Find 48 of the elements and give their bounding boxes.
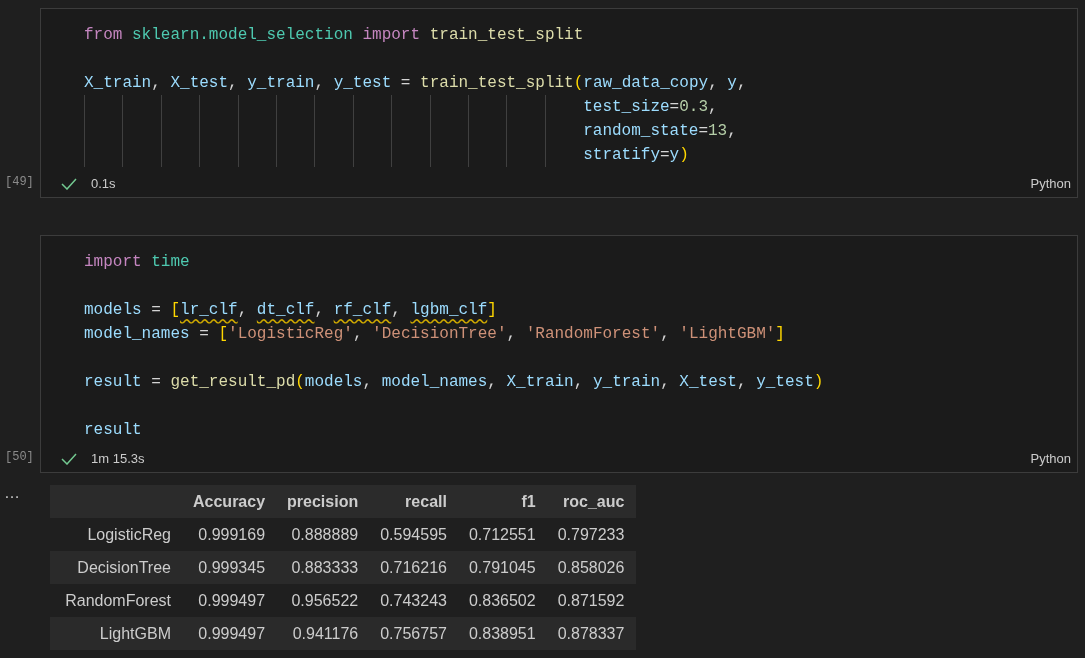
code-line: import time <box>84 252 190 273</box>
code-line: from sklearn.model_selection import train_test_split <box>84 25 584 46</box>
row-header: LightGBM <box>50 617 183 650</box>
table-cell: 0.999497 <box>183 617 278 650</box>
table-cell: 0.836502 <box>458 584 548 617</box>
code-line: result = get_result_pd(models, model_names, X_train, y_train, X_test, y_test) <box>84 372 824 393</box>
execution-count: [50] <box>4 449 35 466</box>
column-header: Accuracy <box>183 485 278 518</box>
language-label[interactable]: Python <box>1030 174 1071 194</box>
output-menu-button[interactable]: … <box>0 485 50 503</box>
table-cell: 0.858026 <box>547 551 637 584</box>
row-header: LogisticReg <box>50 518 183 551</box>
column-header: roc_auc <box>547 485 637 518</box>
table-cell: 0.941176 <box>277 617 371 650</box>
table-cell: 0.797233 <box>547 518 637 551</box>
row-header: RandomForest <box>50 584 183 617</box>
code-line: test_size=0.3, <box>583 97 718 118</box>
table-cell: 0.999345 <box>183 551 278 584</box>
table-cell: 0.791045 <box>458 551 548 584</box>
code-line: stratify=y) <box>583 145 689 166</box>
code-line: result <box>84 420 142 441</box>
table-cell: 0.594595 <box>370 518 459 551</box>
table-cell: 0.883333 <box>277 551 371 584</box>
column-header: recall <box>370 485 459 518</box>
table-cell: 0.743243 <box>370 584 459 617</box>
code-line: random_state=13, <box>583 121 737 142</box>
table-cell: 0.756757 <box>370 617 459 650</box>
code-line: model_names = ['LogisticReg', 'DecisionTree', 'RandomForest', 'LightGBM'] <box>84 324 785 345</box>
table-cell: 0.999497 <box>183 584 278 617</box>
execution-count: [49] <box>4 174 35 191</box>
table-cell: 0.999169 <box>183 518 278 551</box>
language-label[interactable]: Python <box>1030 449 1071 469</box>
row-header: DecisionTree <box>50 551 183 584</box>
code-line: models = [lr_clf, dt_clf, rf_clf, lgbm_clf] <box>84 300 497 321</box>
table-cell: 0.712551 <box>458 518 548 551</box>
table-cell: 0.888889 <box>277 518 371 551</box>
table-cell: 0.871592 <box>547 584 637 617</box>
execution-time: 1m 15.3s <box>91 450 145 469</box>
table-cell: 0.956522 <box>277 584 371 617</box>
table-cell: 0.878337 <box>547 617 637 650</box>
execution-time: 0.1s <box>91 175 116 194</box>
code-line: X_train, X_test, y_train, y_test = train_test_split(raw_data_copy, y, <box>84 73 747 94</box>
code-cell[interactable]: from sklearn.model_selection import train_test_split X_train, X_test, y_train, y_test = train_test_split(raw_data_copy, y, test_size=0.3, random_state=13, stratify=y) 0.1s Python <box>40 8 1078 198</box>
table-cell: 0.716216 <box>370 551 459 584</box>
code-cell[interactable] <box>40 235 1078 473</box>
table-cell: 0.838951 <box>458 617 548 650</box>
column-header: precision <box>277 485 371 518</box>
column-header: f1 <box>458 485 548 518</box>
